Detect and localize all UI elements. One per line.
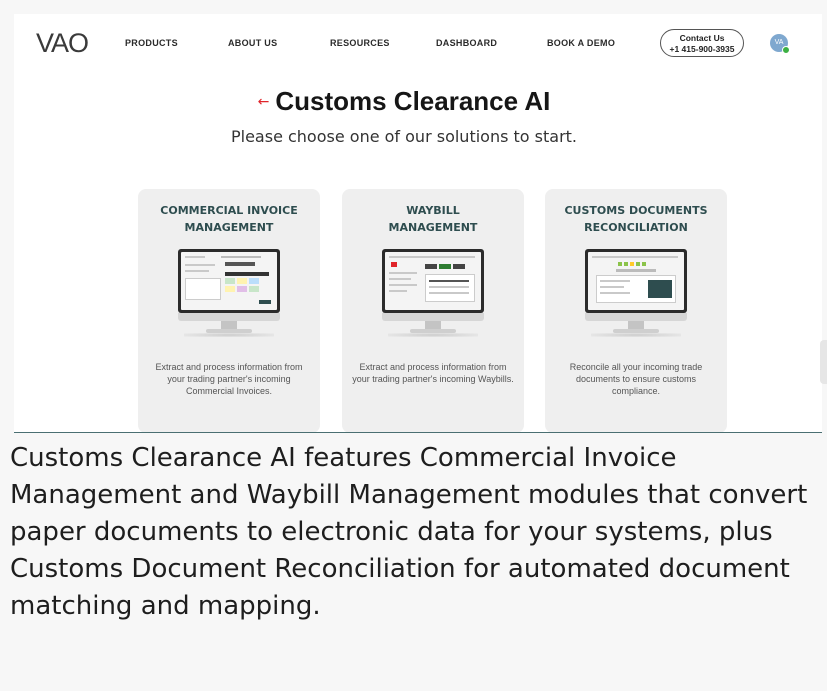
page-heading: ← Customs Clearance AI [14,86,794,117]
card-commercial-invoice-management[interactable]: COMMERCIAL INVOICE MANAGEMENT Extract an… [138,189,320,432]
card-title-line: COMMERCIAL INVOICE [160,204,298,217]
page-title: Customs Clearance AI [275,86,551,116]
monitor-illustration [382,249,484,341]
card-title-line: RECONCILIATION [584,221,688,234]
nav-products[interactable]: PRODUCTS [125,38,178,48]
nav-about-us[interactable]: ABOUT US [228,38,277,48]
monitor-illustration [585,249,687,341]
card-description: Extract and process information from you… [155,362,303,396]
contact-label: Contact Us [679,33,725,43]
card-customs-documents-reconciliation[interactable]: CUSTOMS DOCUMENTS RECONCILIATION Reconci… [545,189,727,432]
card-title: CUSTOMS DOCUMENTS RECONCILIATION [553,202,719,236]
card-description: Extract and process information from you… [352,362,514,384]
nav-book-a-demo[interactable]: BOOK A DEMO [547,38,615,48]
online-status-indicator [782,46,790,54]
card-waybill-management[interactable]: WAYBILL MANAGEMENT Extract and process i… [342,189,524,432]
nav-resources[interactable]: RESOURCES [330,38,390,48]
caption-text: Customs Clearance AI features Commercial… [10,443,808,621]
card-title-line: WAYBILL [406,204,460,217]
top-navigation: VAO PRODUCTS ABOUT US RESOURCES DASHBOAR… [14,14,822,76]
nav-dashboard[interactable]: DASHBOARD [436,38,497,48]
vao-logo[interactable]: VAO [36,28,89,59]
card-description: Reconcile all your incoming trade docume… [569,362,703,396]
card-title: WAYBILL MANAGEMENT [350,202,516,236]
card-title: COMMERCIAL INVOICE MANAGEMENT [146,202,312,236]
contact-phone: +1 415-900-3935 [669,44,735,54]
page-subtitle: Please choose one of our solutions to st… [230,127,578,146]
scroll-handle[interactable] [820,340,827,384]
browser-viewport: VAO PRODUCTS ABOUT US RESOURCES DASHBOAR… [14,14,822,433]
back-arrow-icon[interactable]: ← [258,94,270,110]
card-title-line: MANAGEMENT [388,221,478,234]
contact-us-button[interactable]: Contact Us +1 415-900-3935 [660,29,744,57]
card-title-line: MANAGEMENT [184,221,274,234]
card-title-line: CUSTOMS DOCUMENTS [564,204,708,217]
monitor-illustration [178,249,280,341]
